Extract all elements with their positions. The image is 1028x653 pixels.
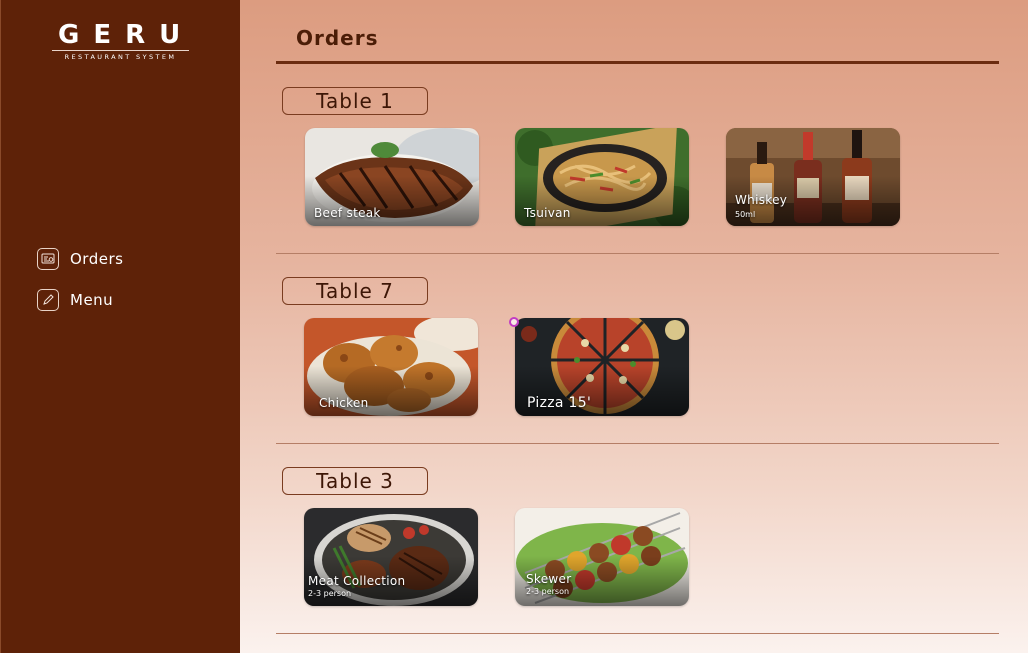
card-subtitle: 2-3 person: [526, 587, 570, 596]
card-title: Tsuivan: [524, 206, 571, 220]
section-divider: [276, 443, 999, 444]
nav-label-orders: Orders: [70, 250, 124, 268]
nav-item-menu[interactable]: Menu: [37, 289, 113, 311]
brand-tagline: RESTAURANT SYSTEM: [64, 53, 177, 61]
order-card-skewer[interactable]: Skewer 2-3 person: [515, 508, 689, 606]
sidebar: GERU RESTAURANT SYSTEM Orders Menu: [0, 0, 240, 653]
table-label[interactable]: Table 1: [282, 87, 428, 115]
nav-item-orders[interactable]: Orders: [37, 248, 123, 270]
card-title: Whiskey: [735, 193, 788, 207]
card-subtitle: 50ml: [735, 210, 756, 219]
card-subtitle: 2-3 person: [308, 589, 352, 598]
card-title: Pizza 15': [527, 395, 592, 411]
section-divider: [276, 633, 999, 634]
section-divider: [276, 253, 999, 254]
brand-name: GERU: [58, 20, 195, 50]
card-title: Beef steak: [314, 206, 381, 220]
card-title: Chicken: [319, 396, 369, 410]
cursor-indicator: [509, 317, 519, 327]
table-label[interactable]: Table 3: [282, 467, 428, 495]
title-divider: [276, 61, 999, 64]
card-title: Meat Collection: [308, 574, 406, 588]
order-card-beef-steak[interactable]: Beef steak: [305, 128, 479, 226]
order-card-pizza[interactable]: Pizza 15': [515, 318, 689, 416]
page-title: Orders: [296, 26, 379, 50]
edit-pen-icon: [37, 289, 59, 311]
order-card-meat-collection[interactable]: Meat Collection 2-3 person: [304, 508, 478, 606]
table-label[interactable]: Table 7: [282, 277, 428, 305]
order-card-chicken[interactable]: Chicken: [304, 318, 478, 416]
orders-icon: [37, 248, 59, 270]
brand-logo: GERU RESTAURANT SYSTEM: [48, 22, 193, 61]
order-card-tsuivan[interactable]: Tsuivan: [515, 128, 689, 226]
brand-divider: [52, 50, 189, 51]
nav-label-menu: Menu: [70, 291, 114, 309]
order-card-whiskey[interactable]: Whiskey 50ml: [726, 128, 900, 226]
card-title: Skewer: [526, 572, 572, 586]
